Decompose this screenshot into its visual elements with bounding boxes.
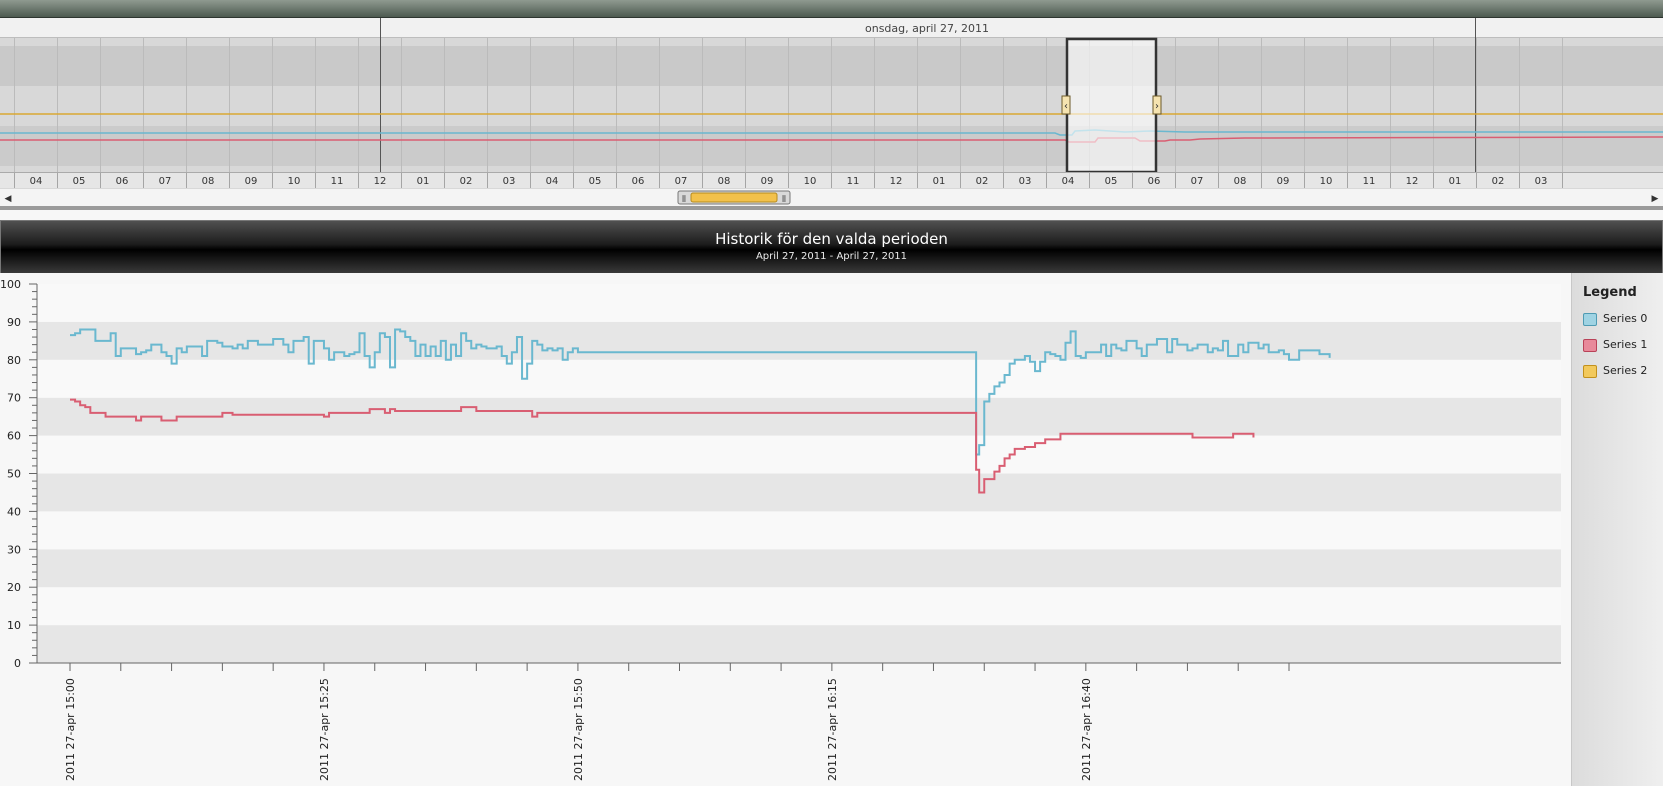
y-tick-label: 80	[7, 354, 21, 367]
legend-swatch-series-0	[1583, 313, 1597, 326]
timeline-hour-label: 12	[890, 176, 903, 187]
y-tick-label: 30	[7, 543, 21, 556]
plot-band	[37, 359, 1561, 398]
timeline-scrollbar[interactable]	[0, 189, 1663, 206]
legend-label-series-2: Series 2	[1603, 364, 1648, 377]
plot-band	[37, 511, 1561, 550]
x-tick-label: 2011 27-apr 15:50	[572, 678, 585, 781]
timeline-hour-label: 03	[1019, 176, 1032, 187]
legend-item-series-0[interactable]: Series 0	[1583, 312, 1663, 328]
timeline-hour-label: 07	[675, 176, 688, 187]
timeline-scroll-thumb-range[interactable]	[690, 192, 778, 203]
plot-band	[37, 625, 1561, 663]
timeline-hour-label: 08	[1234, 176, 1247, 187]
timeline-hour-label: 09	[761, 176, 774, 187]
chart-area: 0 10 20 30 40 50 60 70 80 90 100 2011 27-apr 15:00…	[0, 273, 1663, 786]
y-tick-label: 10	[7, 619, 21, 632]
legend-label-series-0: Series 0	[1603, 312, 1648, 325]
y-tick-label: 50	[7, 468, 21, 481]
timeline-hour-label: 02	[460, 176, 473, 187]
timeline-hour-label: 08	[718, 176, 731, 187]
timeline-hour-label: 11	[1363, 176, 1376, 187]
x-tick-label: 2011 27-apr 16:40	[1080, 678, 1093, 781]
plot-bands	[0, 273, 1571, 786]
y-tick-label: 0	[14, 657, 21, 670]
chart-subtitle: April 27, 2011 - April 27, 2011	[755, 251, 908, 262]
timeline-hour-label: 10	[804, 176, 817, 187]
timeline-hour-label: 06	[1148, 176, 1161, 187]
timeline-hour-label: 01	[1449, 176, 1462, 187]
timeline-hour-label: 01	[417, 176, 430, 187]
timeline-hour-label: 10	[1320, 176, 1333, 187]
scroll-left-arrow-icon[interactable]: ◀	[5, 194, 12, 204]
y-tick-label: 40	[7, 505, 21, 518]
y-tick-label: 60	[7, 430, 21, 443]
timeline-hour-label: 08	[202, 176, 215, 187]
x-tick-label: 2011 27-apr 16:15	[826, 678, 839, 781]
timeline-hour-label: 02	[1492, 176, 1505, 187]
window-title-bar	[0, 0, 1663, 18]
timeline-hour-label: 12	[1406, 176, 1419, 187]
timeline-svg: onsdag, april 27, 2011 ‹ › 04 05 06 07 08 09 1…	[0, 18, 1663, 206]
plot-band	[37, 549, 1561, 588]
timeline-date-band	[0, 18, 1663, 38]
timeline-hour-label: 10	[288, 176, 301, 187]
timeline-hour-label: 09	[1277, 176, 1290, 187]
timeline-hour-label: 03	[503, 176, 516, 187]
y-tick-label: 90	[7, 316, 21, 329]
timeline-hour-label: 06	[116, 176, 129, 187]
plot-band	[37, 473, 1561, 512]
chart-title: Historik för den valda perioden	[715, 230, 948, 248]
timeline-hour-label: 07	[159, 176, 172, 187]
timeline-hour-label: 06	[632, 176, 645, 187]
x-tick-label: 2011 27-apr 15:00	[64, 678, 77, 781]
plot-band	[37, 284, 1561, 322]
legend-label-series-1: Series 1	[1603, 338, 1648, 351]
timeline-hour-label: 05	[73, 176, 86, 187]
legend-title: Legend	[1583, 285, 1637, 300]
timeline-hour-label: 03	[1535, 176, 1548, 187]
timeline-hour-label: 04	[1062, 176, 1075, 187]
timeline-hour-label: 07	[1191, 176, 1204, 187]
timeline-selection-window[interactable]	[1065, 37, 1158, 174]
chevron-left-icon: ‹	[1064, 101, 1068, 112]
y-tick-label: 70	[7, 392, 21, 405]
legend-panel: Legend Series 0 Series 1 Series 2	[1571, 273, 1663, 786]
timeline-navigator[interactable]: onsdag, april 27, 2011 ‹ › 04 05 06 07 08 09 1…	[0, 18, 1663, 206]
timeline-hour-label: 11	[847, 176, 860, 187]
grip-icon: ⦀	[682, 195, 686, 205]
x-tick-label: 2011 27-apr 15:25	[318, 678, 331, 781]
timeline-hour-label: 05	[589, 176, 602, 187]
timeline-hour-label: 05	[1105, 176, 1118, 187]
scroll-right-arrow-icon[interactable]: ▶	[1652, 194, 1659, 204]
plot-band	[37, 321, 1561, 360]
legend-item-series-1[interactable]: Series 1	[1583, 338, 1663, 354]
timeline-hour-label: 09	[245, 176, 258, 187]
timeline-hour-labels: 04 05 06 07 08 09 10 11 12 01 02 03 04 05 06 07 08 09 10 11…	[14, 173, 1563, 188]
grip-icon: ⦀	[782, 195, 786, 205]
legend-swatch-series-2	[1583, 365, 1597, 378]
plot-band	[37, 397, 1561, 436]
timeline-hour-label: 01	[933, 176, 946, 187]
timeline-hour-label: 04	[546, 176, 559, 187]
y-tick-label: 20	[7, 581, 21, 594]
plot-band	[37, 587, 1561, 626]
history-chart: 0 10 20 30 40 50 60 70 80 90 100 2011 27-apr 15:00…	[0, 273, 1571, 786]
timeline-hour-label: 02	[976, 176, 989, 187]
legend-item-series-2[interactable]: Series 2	[1583, 364, 1663, 380]
chevron-right-icon: ›	[1155, 101, 1159, 112]
legend-swatch-series-1	[1583, 339, 1597, 352]
chart-header: Historik för den valda perioden April 27…	[0, 220, 1663, 274]
timeline-hour-label: 12	[374, 176, 387, 187]
timeline-date-label: onsdag, april 27, 2011	[865, 22, 989, 35]
y-tick-label: 100	[0, 278, 21, 291]
timeline-hour-label: 11	[331, 176, 344, 187]
timeline-hour-label: 04	[30, 176, 43, 187]
panel-divider[interactable]	[0, 206, 1663, 210]
plot-band	[37, 435, 1561, 474]
